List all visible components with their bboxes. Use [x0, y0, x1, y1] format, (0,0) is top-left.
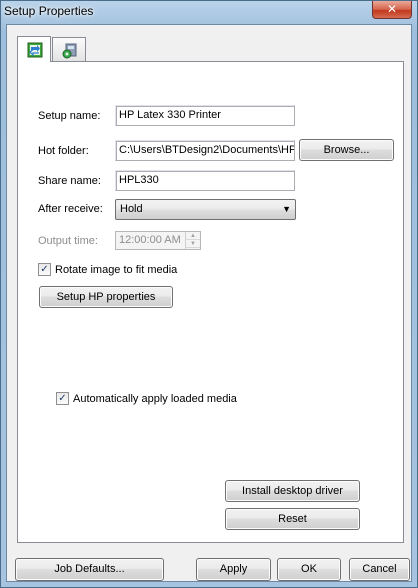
output-time-spinner: 12:00:00 AM ▲ ▼ [115, 231, 201, 250]
rotate-image-checkbox[interactable]: ✓ [38, 263, 51, 276]
dialog-client-area: Setup name: HP Latex 330 Printer Hot fol… [6, 24, 412, 582]
gear-printer-icon [62, 43, 77, 59]
chevron-down-icon: ▼ [282, 204, 291, 214]
properties-panel: Setup name: HP Latex 330 Printer Hot fol… [17, 61, 404, 543]
printer-arrow-icon [27, 42, 43, 58]
spin-down-icon: ▼ [186, 240, 200, 248]
rotate-image-label: Rotate image to fit media [55, 264, 178, 276]
window-title: Setup Properties [4, 4, 94, 18]
close-button[interactable]: ✕ [372, 1, 412, 19]
auto-apply-media-checkbox[interactable]: ✓ [56, 392, 69, 405]
hot-folder-input[interactable]: C:\Users\BTDesign2\Documents\HP [115, 140, 295, 161]
setup-name-input[interactable]: HP Latex 330 Printer [115, 105, 295, 126]
install-desktop-driver-button[interactable]: Install desktop driver [225, 480, 360, 502]
browse-button[interactable]: Browse... [299, 139, 394, 161]
output-time-value: 12:00:00 AM [119, 234, 181, 246]
after-receive-value: Hold [120, 203, 143, 215]
setup-hp-properties-button[interactable]: Setup HP properties [39, 286, 173, 308]
reset-button[interactable]: Reset [225, 508, 360, 530]
share-name-label: Share name: [38, 175, 101, 187]
after-receive-select[interactable]: Hold ▼ [115, 199, 296, 220]
cancel-button[interactable]: Cancel [349, 558, 410, 581]
apply-button[interactable]: Apply [196, 558, 271, 581]
close-icon: ✕ [386, 2, 398, 16]
hot-folder-label: Hot folder: [38, 145, 89, 157]
tab-general[interactable] [17, 36, 51, 62]
ok-button[interactable]: OK [277, 558, 341, 581]
tab-settings[interactable] [52, 37, 86, 61]
setup-properties-window: Setup Properties ✕ Setup name: HP Latex … [0, 0, 418, 588]
after-receive-label: After receive: [38, 203, 103, 215]
share-name-input[interactable]: HPL330 [115, 170, 295, 191]
job-defaults-button[interactable]: Job Defaults... [15, 558, 164, 581]
output-time-spin-buttons: ▲ ▼ [185, 232, 200, 249]
auto-apply-media-label: Automatically apply loaded media [73, 393, 237, 405]
setup-name-label: Setup name: [38, 110, 101, 122]
title-bar[interactable]: Setup Properties ✕ [1, 1, 417, 23]
spin-up-icon: ▲ [186, 232, 200, 240]
output-time-label: Output time: [38, 235, 98, 247]
